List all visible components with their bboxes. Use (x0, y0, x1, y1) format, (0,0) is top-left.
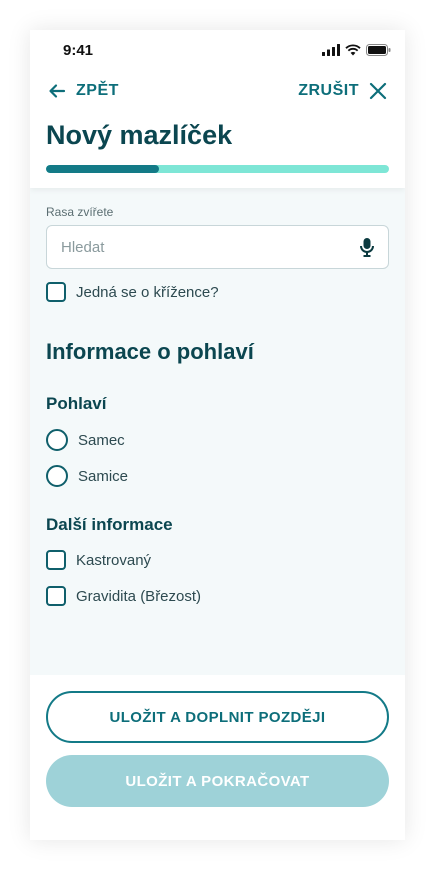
checkbox-box[interactable] (46, 586, 66, 606)
crossbreed-checkbox[interactable]: Jedná se o křížence? (46, 282, 219, 302)
radio-circle[interactable] (46, 429, 68, 451)
progress-bar (46, 165, 389, 173)
radio-male-label: Samec (78, 431, 125, 449)
back-label: ZPĚT (76, 82, 119, 99)
status-time: 9:41 (63, 42, 94, 59)
page-title: Nový mazlíček (46, 120, 233, 150)
checkbox-neutered-label: Kastrovaný (76, 551, 152, 569)
microphone-icon[interactable] (360, 237, 374, 257)
breed-search-input[interactable] (61, 226, 341, 268)
checkbox-pregnancy[interactable]: Gravidita (Březost) (46, 586, 201, 606)
radio-female-label: Samice (78, 467, 129, 485)
cancel-label: ZRUŠIT (298, 82, 359, 99)
checkbox-neutered[interactable]: Kastrovaný (46, 550, 151, 570)
footer-actions: ULOŽIT A DOPLNIT POZDĚJI ULOŽIT A POKRAČ… (30, 675, 405, 840)
breed-field-label: Rasa zvířete (46, 205, 114, 219)
close-icon (369, 82, 387, 100)
wifi-icon (345, 44, 361, 56)
save-later-button[interactable]: ULOŽIT A DOPLNIT POZDĚJI (46, 691, 389, 743)
save-continue-button[interactable]: ULOŽIT A POKRAČOVAT (46, 755, 389, 807)
status-icons (322, 44, 391, 56)
signal-icon (322, 44, 340, 56)
back-button[interactable]: ZPĚT (48, 82, 119, 100)
checkbox-pregnancy-label: Gravidita (Březost) (76, 587, 202, 605)
extra-info-title: Další informace (46, 515, 173, 534)
radio-female[interactable]: Samice (46, 465, 128, 487)
cancel-button[interactable]: ZRUŠIT (298, 82, 387, 100)
battery-icon (366, 44, 391, 56)
arrow-left-icon (49, 84, 66, 98)
gender-section-title: Informace o pohlaví (46, 339, 254, 364)
gender-label: Pohlaví (46, 394, 107, 413)
radio-male[interactable]: Samec (46, 429, 125, 451)
radio-circle[interactable] (46, 465, 68, 487)
breed-search-field (46, 225, 389, 269)
progress-fill (46, 165, 160, 173)
phone-screen: 9:41 ZPĚT ZRUŠIT Nový mazlíček Rasa zvíř… (30, 30, 405, 840)
checkbox-box[interactable] (46, 282, 66, 302)
header: 9:41 ZPĚT ZRUŠIT Nový mazlíček (30, 30, 405, 188)
checkbox-box[interactable] (46, 550, 66, 570)
crossbreed-label: Jedná se o křížence? (76, 283, 219, 301)
